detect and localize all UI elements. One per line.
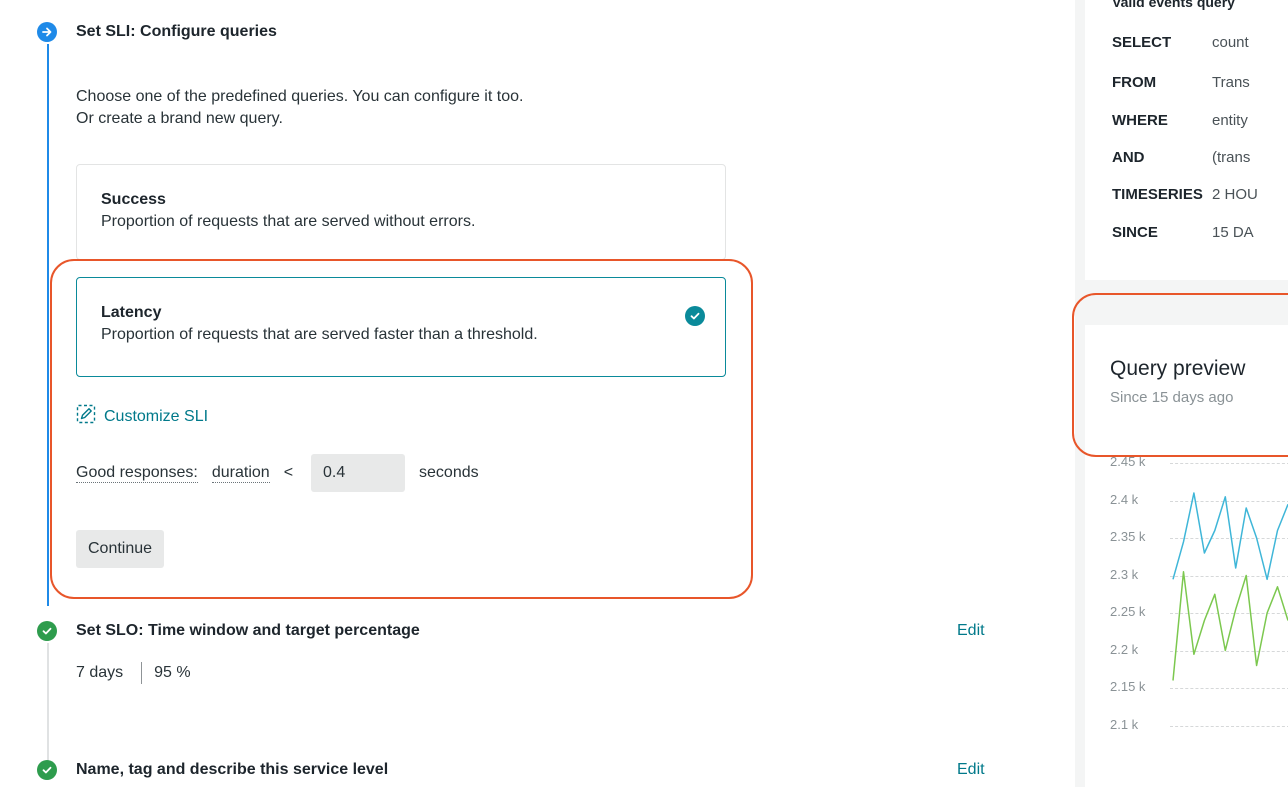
query-row: FROM Trans xyxy=(1112,74,1250,91)
step-progress-line xyxy=(47,44,49,606)
highlight-outline xyxy=(1072,293,1288,457)
option-description: Proportion of requests that are served w… xyxy=(101,213,476,230)
slo-summary: 7 days 95 % xyxy=(76,662,191,684)
query-row: AND (trans xyxy=(1112,149,1251,166)
setup-panel: Set SLI: Configure queries Choose one of… xyxy=(0,0,1075,787)
series-line-2 xyxy=(1172,571,1288,681)
query-preview-chart xyxy=(1172,492,1288,681)
check-circle-icon xyxy=(37,621,57,641)
highlight-outline xyxy=(50,259,753,599)
query-row: TIMESERIES 2 HOU xyxy=(1112,186,1258,203)
step-name-title: Name, tag and describe this service leve… xyxy=(76,761,389,778)
step-sli-title: Set SLI: Configure queries xyxy=(76,23,277,40)
query-label: Valid events query xyxy=(1112,0,1235,10)
check-circle-icon xyxy=(37,760,57,780)
target-value: 95 % xyxy=(154,664,191,681)
edit-slo-button[interactable]: Edit xyxy=(957,622,985,640)
success-option-card[interactable]: Success Proportion of requests that are … xyxy=(76,164,726,260)
step-slo-title: Set SLO: Time window and target percenta… xyxy=(76,622,420,639)
query-row: SELECT count xyxy=(1112,34,1249,51)
step-divider-line xyxy=(47,643,49,761)
time-window-value: 7 days xyxy=(76,664,124,681)
divider xyxy=(141,662,143,684)
sli-intro: Choose one of the predefined queries. Yo… xyxy=(76,88,524,127)
arrow-right-icon xyxy=(37,22,57,42)
series-line-1 xyxy=(1172,492,1288,581)
edit-name-button[interactable]: Edit xyxy=(957,761,985,779)
option-title: Success xyxy=(101,191,166,208)
query-row: WHERE entity xyxy=(1112,112,1248,129)
query-row: SINCE 15 DA xyxy=(1112,224,1254,241)
